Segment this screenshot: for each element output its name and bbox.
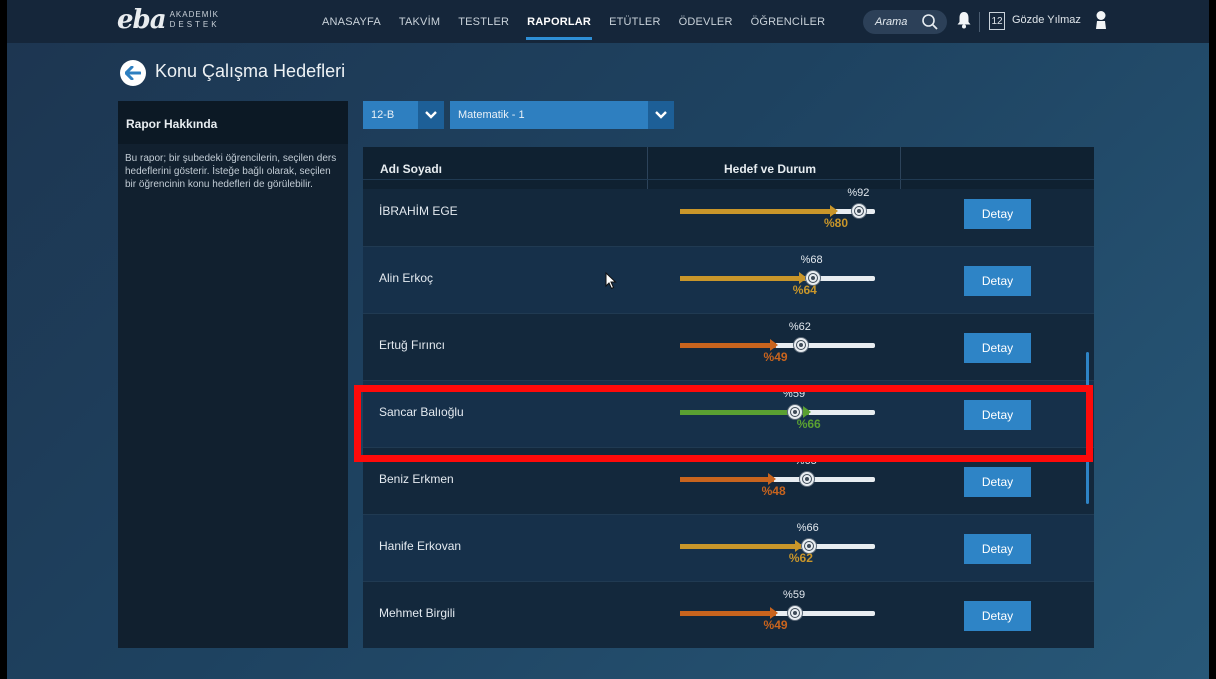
logo-line-1: AKADEMİK [169,10,219,19]
search-icon[interactable] [921,13,939,31]
goal-target-icon [792,337,809,353]
goal-percent-label: %65 [794,455,817,467]
goal-percent-label: %59 [783,589,806,601]
nav-item-anasayfa[interactable]: ANASAYFA [313,0,390,43]
report-info-panel: Rapor Hakkında Bu rapor; bir şubedeki öğ… [118,101,348,648]
detail-button[interactable]: Detay [964,601,1031,631]
detail-button[interactable]: Detay [964,400,1031,430]
user-name[interactable]: Gözde Yılmaz [1012,14,1081,26]
nav-item-takvim[interactable]: TAKVİM [390,0,449,43]
nav-item-etutler[interactable]: ETÜTLER [600,0,670,43]
status-percent-label: %49 [763,618,788,632]
goal-percent-label: %68 [800,254,823,266]
goal-percent-label: %92 [847,187,870,199]
user-avatar-icon[interactable] [1093,10,1109,30]
student-name: Beniz Erkmen [379,472,454,486]
column-header-goal: Hedef ve Durum [724,162,817,176]
table-row: Hanife Erkovan %66 %62 Detay [363,514,1094,581]
status-percent-label: %80 [824,216,849,230]
user-badge[interactable]: 12 [989,12,1005,30]
table-row: Mehmet Birgili %59 %49 Detay [363,581,1094,648]
nav-item-ogrenciler[interactable]: ÖĞRENCİLER [742,0,835,43]
lesson-select[interactable]: Matematik - 1 [450,101,674,129]
student-name: Mehmet Birgili [379,606,456,620]
goal-percent-label: %59 [783,388,806,400]
search-box[interactable]: Arama [863,10,947,34]
student-name: Sancar Balıoğlu [379,405,464,419]
notification-bell-icon[interactable] [956,11,972,29]
status-percent-label: %49 [763,350,788,364]
status-progress-fill [680,544,801,549]
table-row: Alin Erkoç %68 %64 Detay [363,246,1094,313]
detail-button[interactable]: Detay [964,534,1031,564]
detail-button[interactable]: Detay [964,333,1031,363]
screen-edge-left [0,0,7,679]
status-progress-fill [680,209,836,214]
back-button[interactable] [120,60,146,86]
toolbar-divider [979,12,980,32]
status-percent-label: %62 [788,551,813,565]
status-percent-label: %48 [761,484,786,498]
goal-percent-label: %62 [788,321,811,333]
logo-line-2: DESTEK [169,20,220,29]
page-title: Konu Çalışma Hedefleri [155,61,346,81]
logo-mark: eba [117,5,167,35]
table-scrollbar-thumb[interactable] [1086,352,1089,504]
column-header-name: Adı Soyadı [380,162,443,176]
report-info-text: Bu rapor; bir şubedeki öğrencilerin, seç… [125,153,337,190]
goal-target-icon [851,203,868,219]
student-name: Alin Erkoç [379,271,434,285]
student-name: Hanife Erkovan [379,539,462,553]
goal-progress-track: %65 %48 [680,455,875,498]
table-row: İBRAHİM EGE %92 %80 Detay [363,179,1094,246]
goal-progress-track: %59 %66 [680,388,875,431]
goal-progress-track: %68 %64 [680,254,875,297]
class-select-value: 12-B [371,109,395,121]
table-row: Ertuğ Fırıncı %62 %49 Detay [363,313,1094,380]
goal-progress-track: %59 %49 [680,589,875,632]
class-select-chevron-down-icon[interactable] [418,101,444,129]
status-percent-label: %66 [796,417,821,431]
status-progress-fill [680,611,776,616]
class-select[interactable]: 12-B [363,101,444,129]
nav-item-testler[interactable]: TESTLER [449,0,518,43]
top-navigation-bar: eba AKADEMİK DESTEK ANASAYFA TAKVİM TEST… [7,0,1209,43]
nav-item-raporlar[interactable]: RAPORLAR [518,0,600,43]
mouse-cursor-icon [605,272,617,290]
goal-progress-track: %62 %49 [680,321,875,364]
student-goals-table: Adı Soyadı Hedef ve Durum İBRAHİM EGE %92… [363,147,1094,648]
goal-progress-track: %92 %80 [680,187,875,230]
student-name: Ertuğ Fırıncı [379,338,446,352]
detail-button[interactable]: Detay [964,199,1031,229]
nav-item-odevler[interactable]: ÖDEVLER [670,0,742,43]
detail-button[interactable]: Detay [964,467,1031,497]
goal-target-icon [798,471,815,487]
student-name: İBRAHİM EGE [379,204,458,218]
main-nav: ANASAYFA TAKVİM TESTLER RAPORLAR ETÜTLER… [313,0,834,43]
status-progress-fill [680,477,774,482]
screen-edge-right [1209,0,1216,679]
lesson-select-chevron-down-icon[interactable] [648,101,674,129]
lesson-select-value: Matematik - 1 [458,109,525,121]
goal-progress-track: %66 %62 [680,522,875,565]
logo-subtitle: AKADEMİK DESTEK [170,10,220,30]
goal-target-icon [787,605,804,621]
table-row: Beniz Erkmen %65 %48 Detay [363,447,1094,514]
eba-logo[interactable]: eba AKADEMİK DESTEK [117,7,220,33]
detail-button[interactable]: Detay [964,266,1031,296]
app-window: eba AKADEMİK DESTEK ANASAYFA TAKVİM TEST… [0,0,1216,679]
goal-percent-label: %66 [796,522,819,534]
status-progress-fill [680,343,776,348]
report-info-heading: Rapor Hakkında [118,101,348,144]
status-percent-label: %64 [792,283,817,297]
table-row: Sancar Balıoğlu %59 %66 Detay [363,380,1094,447]
arrow-left-icon [125,66,141,80]
search-label: Arama [875,16,908,28]
status-progress-fill [680,276,805,281]
